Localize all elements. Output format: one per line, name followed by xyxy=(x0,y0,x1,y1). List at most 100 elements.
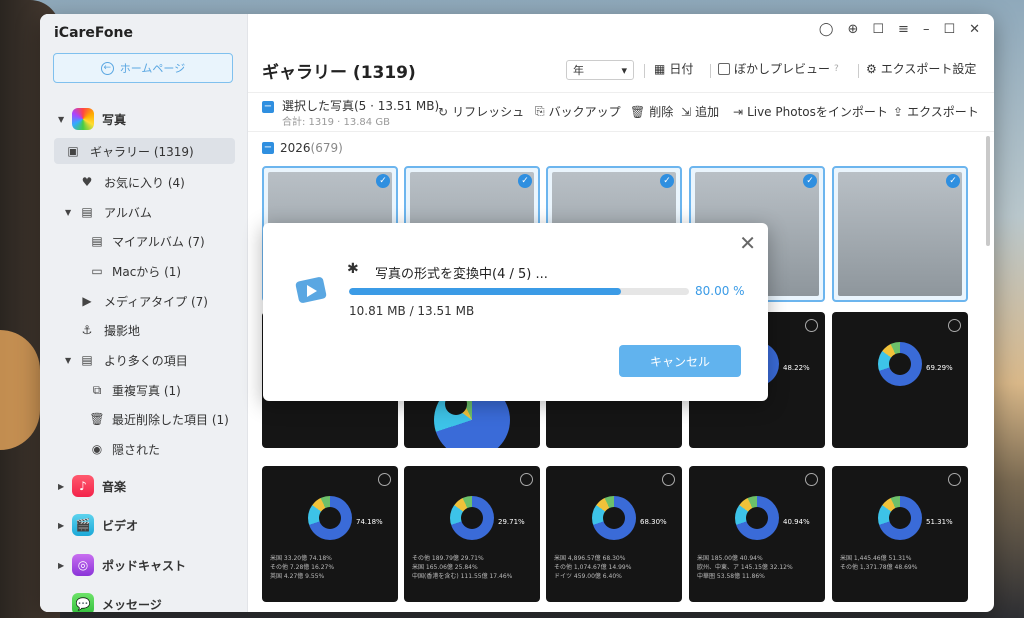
export-label: エクスポート xyxy=(907,105,979,119)
sidebar-item-my-albums[interactable]: ▤ マイアルバム (7) xyxy=(40,231,248,251)
sidebar-item-gallery[interactable]: ▣ ギャラリー (1319) xyxy=(54,138,235,164)
select-circle-icon[interactable] xyxy=(662,473,675,486)
sidebar-item-label: 隠された xyxy=(112,442,161,457)
date-label: 日付 xyxy=(669,62,694,76)
video-camera-icon: ▶ xyxy=(82,294,92,308)
divider xyxy=(710,64,711,78)
sidebar-item-label: ギャラリー (1319) xyxy=(90,144,194,159)
sidebar-item-media-types[interactable]: ▶ メディアタイプ (7) xyxy=(40,291,248,311)
date-button[interactable]: ▦ 日付 xyxy=(654,60,693,77)
select-all-checkbox[interactable]: − xyxy=(262,101,274,113)
chart-rows: 米国 4,896.57億 68.30% その他 1,074.67億 14.99% ド… xyxy=(554,554,674,581)
sidebar-item-from-mac[interactable]: ▭ Macから (1) xyxy=(40,261,248,281)
export-button[interactable]: ⇪ エクスポート xyxy=(893,103,979,120)
donut-percent: 48.22% xyxy=(783,364,810,372)
donut-percent: 69.29% xyxy=(926,364,953,372)
sidebar-item-places[interactable]: ⚓ 撮影地 xyxy=(40,320,248,340)
minimize-icon[interactable]: – xyxy=(923,22,930,37)
year-select-checkbox[interactable]: − xyxy=(262,142,274,154)
photo-thumbnail[interactable]: 74.18% 米国 33.20億 74.18% その他 7.28億 16.27% 英… xyxy=(262,466,398,602)
caret-right-icon: ▶ xyxy=(58,481,65,491)
check-icon[interactable]: ✓ xyxy=(803,174,817,188)
year-label: 2026 xyxy=(280,141,311,155)
download-icon[interactable]: ⊕ xyxy=(847,22,858,37)
home-button[interactable]: ← ホームページ xyxy=(53,53,233,83)
sidebar: iCareFone ← ホームページ ▼ 写真 ▣ ギャラリー (1319) ♥… xyxy=(40,14,248,612)
sidebar-item-favorites[interactable]: ♥ お気に入り (4) xyxy=(40,172,248,192)
photo-thumbnail[interactable]: 68.30% 米国 4,896.57億 68.30% その他 1,074.67億 … xyxy=(546,466,682,602)
backup-button[interactable]: ⎘ バックアップ xyxy=(535,103,621,120)
album-icon: ▤ xyxy=(91,234,103,248)
select-circle-icon[interactable] xyxy=(805,319,818,332)
check-icon[interactable]: ✓ xyxy=(660,174,674,188)
add-button[interactable]: ⇲ 追加 xyxy=(681,103,719,120)
trash-icon: 🗑 xyxy=(89,412,105,426)
photo-thumbnail[interactable]: ✓ xyxy=(832,166,968,302)
maximize-icon[interactable]: ☐ xyxy=(943,22,955,37)
year-count: (679) xyxy=(310,141,343,155)
sidebar-item-label: ポッドキャスト xyxy=(102,558,187,573)
select-circle-icon[interactable] xyxy=(948,319,961,332)
check-icon[interactable]: ✓ xyxy=(946,174,960,188)
export-settings-button[interactable]: ⚙ エクスポート設定 xyxy=(866,60,976,77)
blur-preview-toggle[interactable]: ぼかしプレビュー ? xyxy=(718,60,839,77)
checkbox-icon xyxy=(718,62,730,75)
sidebar-item-music[interactable]: ▶ ♪ 音楽 xyxy=(40,474,248,498)
sidebar-item-more-items[interactable]: ▼ ▤ より多くの項目 xyxy=(40,350,248,370)
caret-down-icon: ▼ xyxy=(58,114,65,124)
progress-percent: 80.00 % xyxy=(695,284,745,298)
donut-chart xyxy=(878,342,922,386)
user-icon[interactable]: ◯ xyxy=(819,22,834,37)
caret-right-icon: ▶ xyxy=(58,560,65,570)
photo-thumbnail[interactable]: 51.31% 米国 1,445.46億 51.31% その他 1,371.78億 … xyxy=(832,466,968,602)
select-circle-icon[interactable] xyxy=(520,473,533,486)
image-icon: ▣ xyxy=(67,144,79,158)
sidebar-item-albums[interactable]: ▼ ▤ アルバム xyxy=(40,202,248,222)
cancel-button[interactable]: キャンセル xyxy=(619,345,741,377)
period-select-value: 年 xyxy=(573,64,584,77)
delete-button[interactable]: 🗑 削除 xyxy=(630,103,673,120)
select-circle-icon[interactable] xyxy=(948,473,961,486)
check-icon[interactable]: ✓ xyxy=(376,174,390,188)
sidebar-item-hidden[interactable]: ◉ 隠された xyxy=(40,439,248,459)
sidebar-item-duplicates[interactable]: ⧉ 重複写真 (1) xyxy=(40,380,248,400)
chart-row: 米国 33.20億 74.18% xyxy=(270,555,332,562)
live-import-button[interactable]: ⇥ Live Photosをインポート xyxy=(733,103,888,120)
add-icon: ⇲ xyxy=(681,104,692,119)
scrollbar[interactable] xyxy=(986,136,990,246)
donut-percent: 29.71% xyxy=(498,518,525,526)
progress-bar xyxy=(349,288,689,295)
select-circle-icon[interactable] xyxy=(805,473,818,486)
page-title: ギャラリー (1319) xyxy=(262,63,416,83)
spinner-icon: ✱ xyxy=(347,261,359,277)
total-count: 合計: 1319 · 13.84 GB xyxy=(282,117,390,128)
chart-row: 米国 4,896.57億 68.30% xyxy=(554,555,626,562)
close-icon[interactable]: ✕ xyxy=(739,231,756,255)
photo-thumbnail[interactable]: 29.71% その他 189.79億 29.71% 米国 165.06億 25.8… xyxy=(404,466,540,602)
select-circle-icon[interactable] xyxy=(378,473,391,486)
menu-icon[interactable]: ≡ xyxy=(898,22,909,37)
sidebar-item-label: ビデオ xyxy=(102,518,139,533)
check-icon[interactable]: ✓ xyxy=(518,174,532,188)
sidebar-item-messages[interactable]: 💬 メッセージ xyxy=(40,592,248,612)
chart-row: 欧州、中東、ア 145.15億 32.12% xyxy=(697,564,793,571)
album-icon: ▤ xyxy=(81,205,93,219)
sidebar-item-recently-deleted[interactable]: 🗑 最近削除した項目 (1) xyxy=(40,409,248,429)
chart-row: 中華圏 53.58億 11.86% xyxy=(697,573,765,580)
feedback-icon[interactable]: ☐ xyxy=(872,22,884,37)
photo-convert-icon xyxy=(295,277,327,303)
refresh-button[interactable]: ↻ リフレッシュ xyxy=(438,103,524,120)
photo-thumbnail[interactable]: 69.29% xyxy=(832,312,968,448)
divider xyxy=(644,64,645,78)
chart-rows: 米国 33.20億 74.18% その他 7.28億 16.27% 英国 4.27億… xyxy=(270,554,390,581)
sidebar-item-video[interactable]: ▶ 🎬 ビデオ xyxy=(40,513,248,537)
caret-down-icon: ▼ xyxy=(65,207,72,217)
close-icon[interactable]: ✕ xyxy=(969,22,980,37)
period-select[interactable]: 年 ▾ xyxy=(566,60,634,80)
photo-thumbnail[interactable]: 40.94% 米国 185.00億 40.94% 欧州、中東、ア 145.15億 … xyxy=(689,466,825,602)
help-icon[interactable]: ? xyxy=(834,64,839,74)
donut-percent: 40.94% xyxy=(783,518,810,526)
sidebar-item-podcast[interactable]: ▶ ◎ ポッドキャスト xyxy=(40,553,248,577)
chart-row: その他 189.79億 29.71% xyxy=(412,555,484,562)
sidebar-item-photos[interactable]: ▼ 写真 xyxy=(40,108,248,130)
